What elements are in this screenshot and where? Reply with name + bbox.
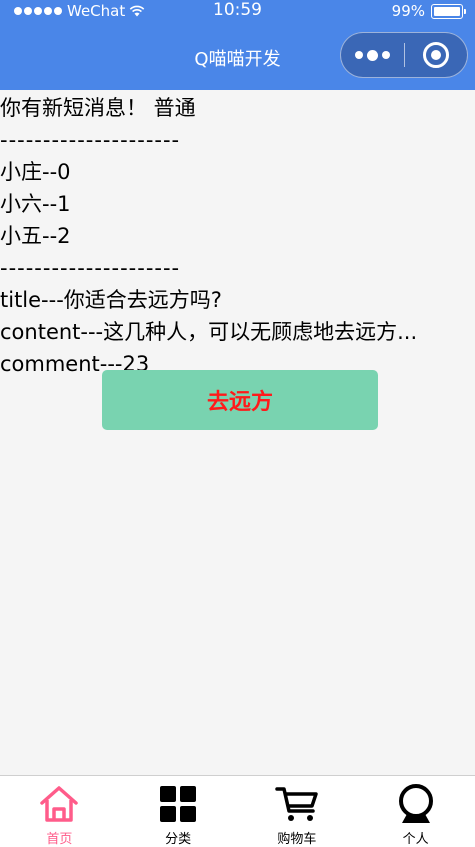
tab-profile[interactable]: 个人: [356, 776, 475, 847]
tab-category[interactable]: 分类: [119, 776, 238, 847]
tab-home[interactable]: 首页: [0, 776, 119, 847]
tab-cart[interactable]: 购物车: [238, 776, 357, 847]
cart-icon: [275, 782, 319, 826]
list-item: 小五--2: [0, 224, 71, 248]
header: WeChat 10:59 99% Q喵喵开发: [0, 0, 475, 90]
notice-text: 你有新短消息！ 普通: [0, 96, 196, 120]
grid-icon: [156, 782, 200, 826]
list-item: 小庄--0: [0, 160, 71, 184]
battery-icon: [431, 3, 466, 19]
status-bar: WeChat 10:59 99%: [0, 0, 475, 24]
mini-program-capsule: [340, 32, 468, 78]
tab-label: 个人: [402, 832, 429, 847]
main-content: 你有新短消息！ 普通 --------------------- 小庄--0 小…: [0, 92, 475, 380]
divider-top: ---------------------: [0, 128, 181, 152]
divider-bottom: ---------------------: [0, 256, 181, 280]
list-item: 小六--1: [0, 192, 71, 216]
more-icon[interactable]: [341, 33, 404, 77]
close-mini-program-icon[interactable]: [404, 33, 467, 77]
user-icon: [394, 782, 438, 826]
tab-bar: 首页 分类 购物车 个人: [0, 775, 475, 847]
go-far-button[interactable]: 去远方: [102, 370, 378, 430]
status-right: 99%: [391, 2, 466, 20]
article-title: title---你适合去远方吗?: [0, 288, 222, 312]
battery-percent: 99%: [391, 2, 425, 20]
tab-label: 分类: [165, 832, 192, 847]
tab-label: 购物车: [277, 832, 317, 847]
article-content: content---这几种人，可以无顾虑地去远方...: [0, 320, 418, 344]
home-icon: [37, 782, 81, 826]
tab-label: 首页: [46, 832, 73, 847]
